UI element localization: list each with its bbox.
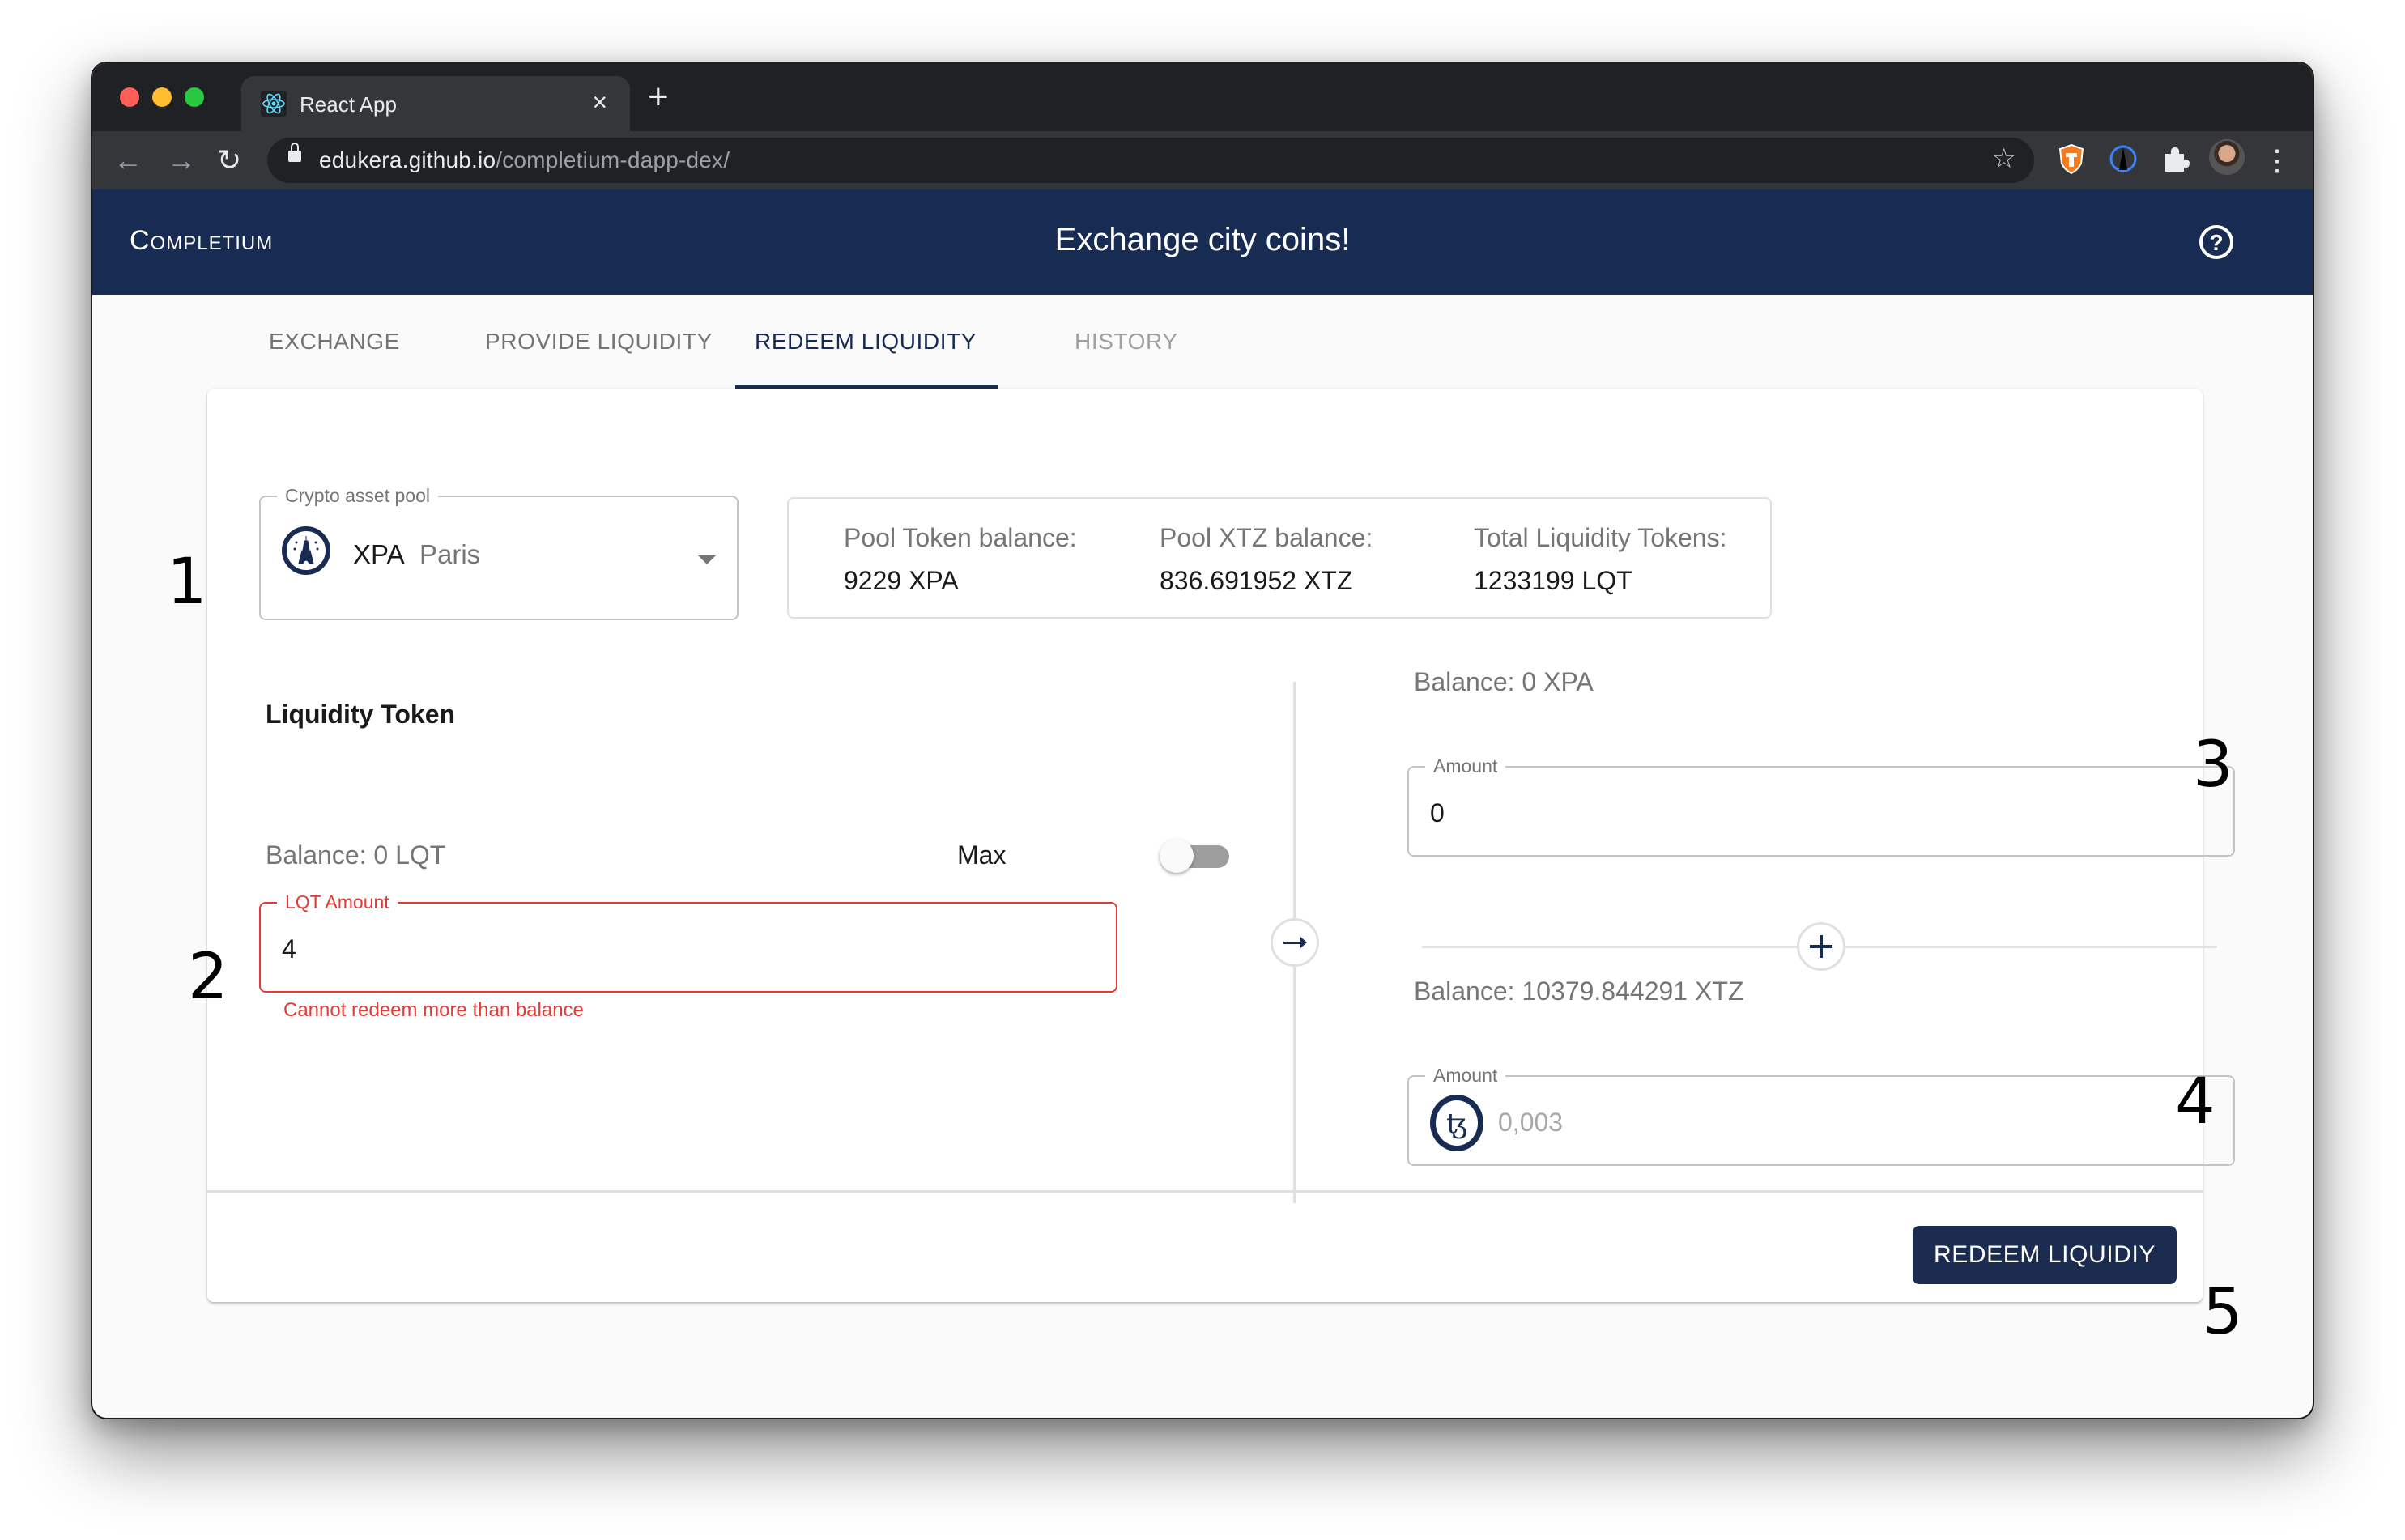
compass-extension-icon[interactable] bbox=[2107, 143, 2139, 175]
new-tab-button[interactable]: + bbox=[648, 76, 669, 118]
profile-avatar[interactable] bbox=[2209, 139, 2245, 175]
card-footer-divider bbox=[207, 1190, 2203, 1193]
xtz-amount-placeholder: 0,003 bbox=[1498, 1108, 1564, 1137]
help-icon[interactable]: ? bbox=[2199, 225, 2233, 259]
browser-window: React App × + ← → ↻ edukera.github.io/co… bbox=[91, 62, 2314, 1419]
annotation-4: 4 bbox=[2175, 1066, 2216, 1138]
svg-text:ꜩ: ꜩ bbox=[1446, 1108, 1467, 1140]
pool-token-balance-value: 9229 XPA bbox=[844, 566, 959, 595]
annotation-1: 1 bbox=[167, 546, 207, 619]
xpa-amount-label: Amount bbox=[1425, 755, 1506, 777]
redeem-liquidity-button[interactable]: REDEEM LIQUIDIY bbox=[1913, 1226, 2177, 1284]
tab-history: HISTORY bbox=[1075, 329, 1178, 354]
pool-xtz-balance-value: 836.691952 XTZ bbox=[1160, 566, 1353, 595]
pool-info-box: Pool Token balance: 9229 XPA Pool XTZ ba… bbox=[787, 497, 1772, 619]
lqt-balance: Balance: 0 LQT bbox=[266, 840, 446, 870]
close-window-button[interactable] bbox=[120, 87, 139, 107]
url-text: edukera.github.io/completium-dapp-dex/ bbox=[319, 147, 730, 173]
pool-token-balance-label: Pool Token balance: bbox=[844, 523, 1077, 552]
liquidity-token-title: Liquidity Token bbox=[266, 700, 456, 729]
lqt-amount-input[interactable]: LQT Amount 4 bbox=[259, 891, 1117, 993]
pool-token-balance: Pool Token balance: 9229 XPA bbox=[844, 523, 1077, 596]
maximize-window-button[interactable] bbox=[185, 87, 204, 107]
plus-indicator bbox=[1797, 922, 1845, 971]
max-toggle-thumb[interactable] bbox=[1160, 839, 1194, 873]
minimize-window-button[interactable] bbox=[152, 87, 172, 107]
chevron-down-icon bbox=[698, 555, 716, 564]
direction-indicator bbox=[1271, 918, 1319, 967]
shield-extension-icon[interactable] bbox=[2055, 143, 2088, 175]
xtz-amount-label: Amount bbox=[1425, 1064, 1506, 1087]
total-liquidity-tokens: Total Liquidity Tokens: 1233199 LQT bbox=[1474, 523, 1726, 596]
close-tab-icon[interactable]: × bbox=[592, 87, 607, 117]
back-icon[interactable]: ← bbox=[113, 143, 143, 178]
xpa-amount-value: 0 bbox=[1430, 798, 1445, 827]
address-bar[interactable]: edukera.github.io/completium-dapp-dex/ ☆ bbox=[267, 138, 2034, 183]
redeem-card: Crypto asset pool XPA Paris Pool Token b… bbox=[207, 389, 2235, 1302]
pool-select[interactable]: Crypto asset pool XPA Paris bbox=[259, 484, 739, 620]
tab-redeem-liquidity[interactable]: REDEEM LIQUIDITY bbox=[755, 329, 977, 355]
pool-select-label: Crypto asset pool bbox=[277, 484, 438, 507]
total-liquidity-tokens-value: 1233199 LQT bbox=[1474, 566, 1632, 595]
browser-tab[interactable]: React App × bbox=[241, 76, 630, 131]
extensions-puzzle-icon[interactable] bbox=[2159, 143, 2191, 175]
react-logo-icon bbox=[261, 91, 287, 117]
xpa-balance: Balance: 0 XPA bbox=[1414, 667, 1594, 696]
annotation-2: 2 bbox=[188, 941, 228, 1014]
url-path: /completium-dapp-dex/ bbox=[496, 147, 730, 172]
plus-icon bbox=[1810, 935, 1832, 958]
tab-exchange[interactable]: EXCHANGE bbox=[269, 329, 400, 355]
pool-xtz-balance-label: Pool XTZ balance: bbox=[1160, 523, 1373, 552]
main-tabs: EXCHANGE PROVIDE LIQUIDITY REDEEM LIQUID… bbox=[92, 295, 2313, 389]
lqt-amount-label: LQT Amount bbox=[277, 891, 398, 913]
pool-xtz-balance: Pool XTZ balance: 836.691952 XTZ bbox=[1160, 523, 1373, 596]
forward-icon[interactable]: → bbox=[167, 143, 196, 178]
xtz-amount-input[interactable]: Amount ꜩ 0,003 bbox=[1407, 1064, 2235, 1166]
browser-tab-title: React App bbox=[300, 92, 397, 117]
pool-code: XPA bbox=[353, 539, 405, 569]
xtz-balance: Balance: 10379.844291 XTZ bbox=[1414, 976, 1744, 1006]
annotation-5: 5 bbox=[2203, 1276, 2243, 1349]
tab-provide-liquidity[interactable]: PROVIDE LIQUIDITY bbox=[485, 329, 713, 355]
xpa-amount-input[interactable]: Amount 0 bbox=[1407, 755, 2235, 857]
browser-tab-strip: React App × + bbox=[92, 63, 2313, 131]
browser-toolbar: ← → ↻ edukera.github.io/completium-dapp-… bbox=[92, 131, 2313, 189]
max-label: Max bbox=[957, 840, 1007, 870]
pool-name: Paris bbox=[419, 539, 481, 569]
browser-menu-icon[interactable]: ⋮ bbox=[2262, 143, 2292, 178]
arrow-right-icon bbox=[1283, 937, 1307, 948]
lock-icon bbox=[288, 143, 301, 162]
reload-icon[interactable]: ↻ bbox=[217, 143, 241, 178]
eiffel-tower-icon bbox=[282, 526, 330, 575]
app-title: Exchange city coins! bbox=[1054, 222, 1351, 257]
app-header: Completium Exchange city coins! ? bbox=[92, 189, 2313, 295]
lqt-amount-error: Cannot redeem more than balance bbox=[283, 999, 584, 1021]
annotation-3: 3 bbox=[2193, 729, 2233, 802]
total-liquidity-tokens-label: Total Liquidity Tokens: bbox=[1474, 523, 1727, 552]
bookmark-star-icon[interactable]: ☆ bbox=[1992, 143, 2016, 175]
tezos-icon: ꜩ bbox=[1430, 1095, 1483, 1151]
lqt-amount-value: 4 bbox=[282, 934, 296, 964]
url-host: edukera.github.io bbox=[319, 147, 496, 172]
